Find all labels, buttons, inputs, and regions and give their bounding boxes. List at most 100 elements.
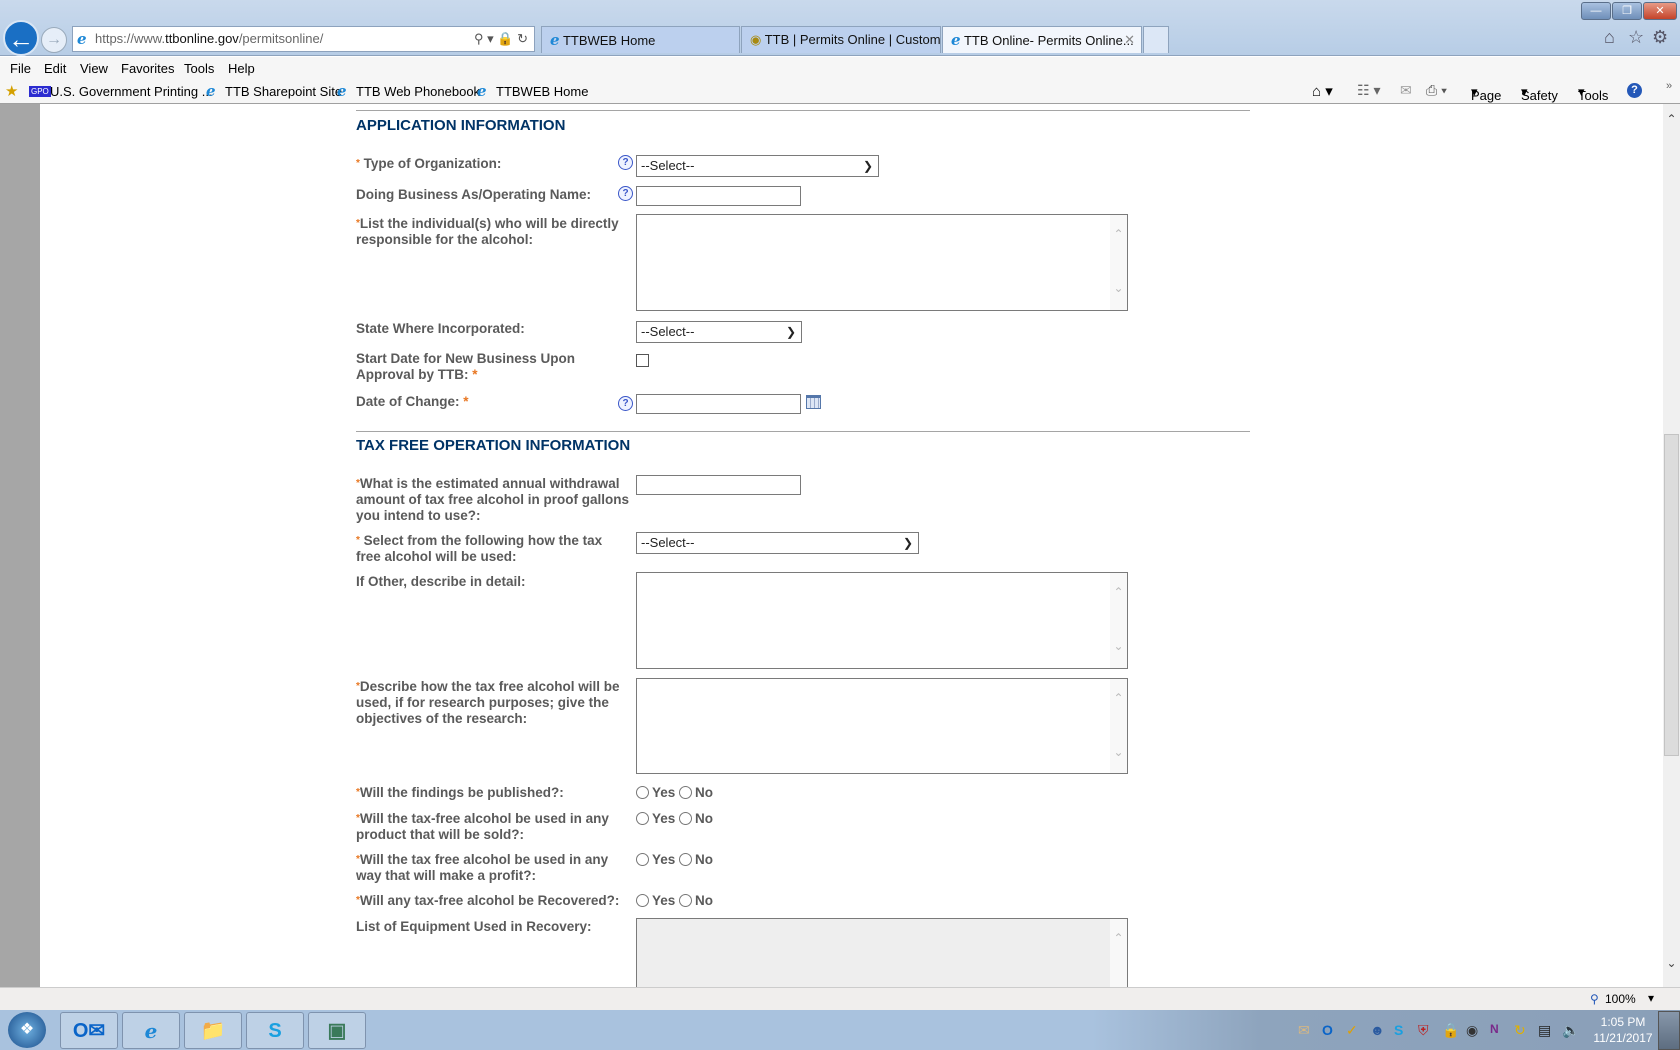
scroll-down-arrow-icon[interactable]: ⌄ — [1663, 956, 1680, 970]
back-button[interactable]: ← — [3, 20, 39, 56]
mail-icon[interactable]: ✉ — [1400, 82, 1412, 99]
address-bar[interactable]: e https://www.ttbonline.gov/permitsonlin… — [72, 26, 535, 52]
spiral-tray-icon[interactable]: ◉ — [1466, 1022, 1478, 1039]
restore-button[interactable]: ❐ — [1612, 2, 1642, 20]
clock[interactable]: 1:05 PM 11/21/2017 — [1588, 1014, 1658, 1046]
taskbar-outlook[interactable]: O✉ — [60, 1012, 118, 1049]
menu-favorites[interactable]: Favorites — [121, 61, 174, 76]
textarea-scrollbar[interactable]: ⌃ ⌄ — [1110, 573, 1127, 668]
ie-icon: e — [550, 31, 560, 49]
state-select[interactable]: --Select-- ❯ — [636, 321, 802, 343]
user-tray-icon[interactable]: ☻ — [1370, 1022, 1385, 1038]
tab-ttbweb-home[interactable]: e TTBWEB Home — [541, 26, 740, 53]
recovered-yes-radio[interactable]: Yes — [636, 893, 675, 908]
no-label: No — [695, 852, 714, 867]
safety-menu[interactable]: Safety ▾ — [1521, 84, 1558, 103]
outlook-tray-icon[interactable]: O — [1322, 1022, 1333, 1038]
tab-permits-online-active[interactable]: e TTB Online- Permits Online... ✕ — [942, 26, 1142, 53]
volume-tray-icon[interactable]: 🔈 — [1562, 1022, 1579, 1039]
rss-feed-icon[interactable]: ☷ ▾ — [1357, 82, 1380, 99]
favorites-star-icon[interactable]: ☆ — [1628, 27, 1644, 48]
favorite-phonebook[interactable]: TTB Web Phonebook — [356, 84, 480, 99]
home-page-icon[interactable]: ⌂ ▾ — [1312, 82, 1333, 100]
chevron-more-icon[interactable]: » — [1666, 80, 1672, 92]
recovered-label: *Will any tax-free alcohol be Recovered?… — [356, 893, 646, 909]
print-icon[interactable]: ⎙ ▾ — [1426, 82, 1447, 99]
menu-file[interactable]: File — [10, 61, 31, 76]
home-icon[interactable]: ⌂ — [1604, 27, 1615, 48]
mail-tray-icon[interactable]: ✉ — [1298, 1022, 1310, 1039]
type-org-label: * Type of Organization: — [356, 156, 636, 172]
recovered-radio-group: Yes No — [636, 893, 713, 908]
lock-tray-icon[interactable]: 🔒 — [1442, 1022, 1459, 1039]
zoom-level[interactable]: 100% — [1605, 992, 1636, 1006]
label-text: Type of Organization: — [363, 156, 502, 171]
start-date-checkbox[interactable] — [636, 354, 649, 367]
zoom-dropdown-icon[interactable]: ▾ — [1648, 991, 1654, 1005]
page-menu[interactable]: Page ▾ — [1471, 84, 1501, 103]
yes-label: Yes — [652, 893, 676, 908]
tasks-tray-icon[interactable]: ✓ — [1346, 1022, 1358, 1039]
network-tray-icon[interactable]: ▤ — [1538, 1022, 1551, 1039]
other-textarea[interactable]: ⌃ ⌄ — [636, 572, 1128, 669]
taskbar: ❖ O✉ e 📁 S ▣ ✉ O ✓ ☻ S ⛨ 🔒 ◉ N ↻ ▤ 🔈 1:0… — [0, 1010, 1680, 1050]
close-window-button[interactable]: ✕ — [1643, 2, 1677, 20]
show-desktop-button[interactable] — [1658, 1011, 1680, 1050]
search-lock-refresh-icons[interactable]: ⚲ ▾ 🔒 ↻ — [474, 27, 528, 51]
menu-edit[interactable]: Edit — [44, 61, 66, 76]
no-label: No — [695, 785, 714, 800]
taskbar-internet-explorer[interactable]: e — [122, 1012, 180, 1049]
usage-select[interactable]: --Select-- ❯ — [636, 532, 919, 554]
section-title-application: APPLICATION INFORMATION — [356, 117, 566, 134]
favorite-ttbweb-home[interactable]: TTBWEB Home — [496, 84, 588, 99]
start-date-label: Start Date for New Business Upon Approva… — [356, 351, 606, 383]
gear-icon[interactable]: ⚙ — [1652, 27, 1668, 48]
published-yes-radio[interactable]: Yes — [636, 785, 675, 800]
recovered-no-radio[interactable]: No — [679, 893, 713, 908]
type-org-select[interactable]: --Select-- ❯ — [636, 155, 879, 177]
textarea-scrollbar[interactable]: ⌃ ⌄ — [1110, 679, 1127, 773]
profit-no-radio[interactable]: No — [679, 852, 713, 867]
divider — [356, 431, 1250, 432]
ttb-seal-icon: ◉ — [750, 32, 762, 47]
individuals-textarea[interactable]: ⌃ ⌄ — [636, 214, 1128, 311]
tools-menu[interactable]: Tools ▾ — [1578, 84, 1608, 103]
describe-textarea[interactable]: ⌃ ⌄ — [636, 678, 1128, 774]
textarea-scrollbar[interactable]: ⌃ ⌄ — [1110, 215, 1127, 310]
favorite-gpo[interactable]: U.S. Government Printing ... — [50, 84, 213, 99]
minimize-button[interactable]: — — [1581, 2, 1611, 20]
dba-input[interactable] — [636, 186, 801, 206]
taskbar-skype[interactable]: S — [246, 1012, 304, 1049]
menu-view[interactable]: View — [80, 61, 108, 76]
scrollbar-thumb[interactable] — [1664, 434, 1679, 756]
forward-button[interactable]: → — [41, 27, 67, 53]
favorite-sharepoint[interactable]: TTB Sharepoint Site — [225, 84, 342, 99]
withdrawal-input[interactable] — [636, 475, 801, 495]
sync-tray-icon[interactable]: ↻ — [1514, 1022, 1526, 1039]
profit-yes-radio[interactable]: Yes — [636, 852, 675, 867]
help-icon[interactable]: ? — [618, 155, 633, 170]
scroll-up-arrow-icon[interactable]: ⌃ — [1663, 112, 1680, 126]
new-tab-button[interactable] — [1143, 26, 1169, 53]
tab-permits-online-custom[interactable]: ◉ TTB | Permits Online | Custom... — [741, 26, 941, 53]
onenote-tray-icon[interactable]: N — [1490, 1022, 1499, 1036]
start-button[interactable]: ❖ — [8, 1012, 46, 1048]
close-tab-icon[interactable]: ✕ — [1124, 27, 1135, 53]
help-icon[interactable]: ? — [618, 396, 633, 411]
sold-yes-radio[interactable]: Yes — [636, 811, 675, 826]
menu-help[interactable]: Help — [228, 61, 255, 76]
sold-no-radio[interactable]: No — [679, 811, 713, 826]
published-no-radio[interactable]: No — [679, 785, 713, 800]
skype-tray-icon[interactable]: S — [1394, 1022, 1403, 1038]
mcafee-tray-icon[interactable]: ⛨ — [1418, 1022, 1429, 1039]
date-change-input[interactable] — [636, 394, 801, 414]
ie-page-icon: e — [206, 82, 216, 100]
menu-tools[interactable]: Tools — [184, 61, 214, 76]
label-text: Will the tax free alcohol be used in any… — [356, 852, 609, 883]
help-icon[interactable]: ? — [618, 186, 633, 201]
calendar-icon[interactable] — [806, 395, 821, 409]
taskbar-app-window[interactable]: ▣ — [308, 1012, 366, 1049]
taskbar-file-explorer[interactable]: 📁 — [184, 1012, 242, 1049]
favorites-star-icon[interactable]: ★ — [5, 82, 18, 100]
help-icon[interactable]: ? — [1627, 83, 1642, 98]
